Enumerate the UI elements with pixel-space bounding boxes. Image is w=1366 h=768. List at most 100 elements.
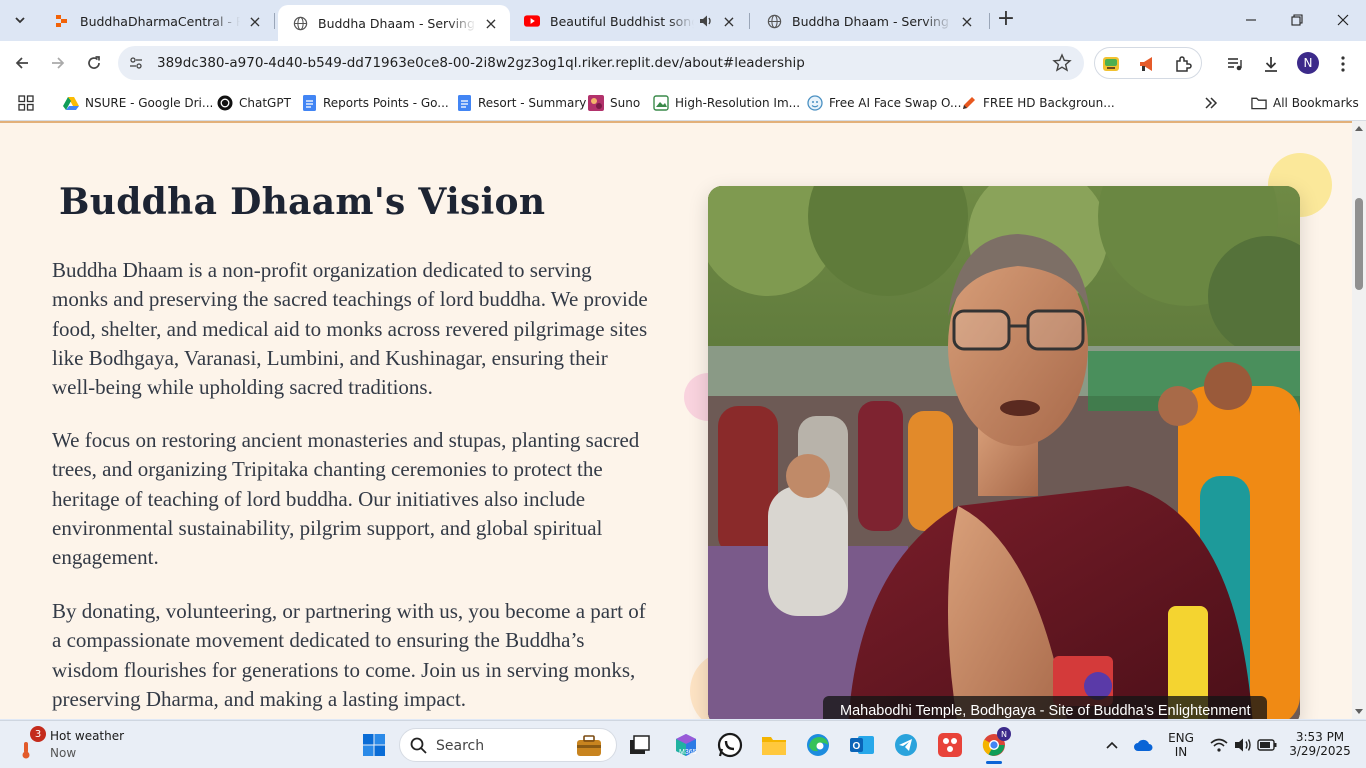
bookmark-nsure[interactable]: NSURE - Google Dri... bbox=[63, 92, 213, 114]
close-window-button[interactable] bbox=[1320, 0, 1366, 40]
bookmark-face-swap[interactable]: Free AI Face Swap O... bbox=[807, 92, 961, 114]
windows-taskbar: 3 Hot weather Now Search M365 O N ENG IN… bbox=[0, 720, 1366, 768]
bookmark-suno[interactable]: Suno bbox=[588, 92, 640, 114]
teams-like-app[interactable] bbox=[935, 730, 965, 760]
whatsapp-icon bbox=[717, 732, 743, 758]
tab-strip: BuddhaDharmaCentral - Replit × Buddha Dh… bbox=[0, 0, 1366, 41]
bookmark-label: Reports Points - Go... bbox=[323, 96, 449, 110]
monk-photo-illustration bbox=[708, 186, 1300, 719]
edge-app[interactable] bbox=[803, 730, 833, 760]
telegram-app[interactable] bbox=[891, 730, 921, 760]
download-icon[interactable] bbox=[1260, 53, 1282, 75]
tab-youtube[interactable]: Beautiful Buddhist song - Yo × bbox=[510, 6, 748, 36]
new-tab-button[interactable]: + bbox=[994, 8, 1018, 32]
close-tab-icon[interactable]: × bbox=[958, 12, 976, 31]
language-indicator[interactable]: ENG IN bbox=[1163, 731, 1199, 759]
arrow-right-icon bbox=[52, 57, 65, 69]
media-controls-icon[interactable] bbox=[1224, 53, 1246, 75]
weather-widget[interactable]: 3 Hot weather Now bbox=[16, 726, 156, 763]
taskbar-search[interactable]: Search bbox=[399, 728, 617, 762]
tab-divider bbox=[989, 13, 990, 29]
reload-button[interactable] bbox=[80, 49, 108, 77]
apps-grid-icon bbox=[18, 95, 34, 111]
close-tab-icon[interactable]: × bbox=[246, 12, 264, 31]
m365-app[interactable]: M365 bbox=[671, 730, 701, 760]
svg-text:M365: M365 bbox=[679, 749, 697, 756]
all-bookmarks-button[interactable]: All Bookmarks bbox=[1251, 92, 1359, 114]
chrome-app[interactable]: N bbox=[979, 727, 1011, 764]
show-hidden-icons-button[interactable] bbox=[1097, 730, 1127, 760]
vision-paragraph-3: By donating, volunteering, or partnering… bbox=[52, 599, 646, 711]
bookmark-resort-summary[interactable]: Resort - Summary bbox=[456, 92, 586, 114]
search-icon bbox=[410, 737, 427, 754]
bookmarks-overflow-button[interactable] bbox=[1204, 92, 1218, 114]
suno-icon bbox=[588, 95, 604, 111]
apps-grid-button[interactable] bbox=[18, 92, 34, 114]
scrollbar-thumb[interactable] bbox=[1355, 198, 1363, 290]
tab-search-button[interactable] bbox=[6, 6, 34, 34]
bookmark-high-resolution[interactable]: High-Resolution Im... bbox=[653, 92, 800, 114]
address-bar[interactable]: 389dc380-a970-4d40-b549-dd71963e0ce8-00-… bbox=[118, 46, 1084, 80]
tab-replit[interactable]: BuddhaDharmaCentral - Replit × bbox=[40, 6, 274, 36]
bookmark-label: Resort - Summary bbox=[478, 96, 587, 110]
browser-toolbar: 389dc380-a970-4d40-b549-dd71963e0ce8-00-… bbox=[0, 41, 1366, 85]
clock-date: 3/29/2025 bbox=[1289, 744, 1351, 758]
vision-paragraph-2: We focus on restoring ancient monasterie… bbox=[52, 428, 640, 570]
task-view-button[interactable] bbox=[625, 730, 655, 760]
arrow-left-icon bbox=[15, 57, 28, 69]
bookmark-reports-points[interactable]: Reports Points - Go... bbox=[301, 92, 449, 114]
photo-caption: Mahabodhi Temple, Bodhgaya - Site of Bud… bbox=[823, 696, 1267, 719]
onedrive-button[interactable] bbox=[1128, 730, 1158, 760]
weather-title: Hot weather bbox=[50, 729, 125, 743]
tab-buddha-dhaam[interactable]: Buddha Dhaam - Serving Monk × bbox=[752, 6, 986, 36]
restore-button[interactable] bbox=[1274, 0, 1320, 40]
face-swap-icon bbox=[807, 95, 823, 111]
site-info-icon[interactable] bbox=[126, 53, 146, 73]
language-line-1: ENG bbox=[1168, 731, 1194, 745]
battery-button[interactable] bbox=[1252, 730, 1282, 760]
tab-title: BuddhaDharmaCentral - Replit bbox=[80, 13, 240, 29]
file-explorer-app[interactable] bbox=[759, 730, 789, 760]
outlook-app[interactable]: O bbox=[847, 730, 877, 760]
red-app-icon bbox=[938, 733, 962, 757]
web-page: Buddha Dhaam's Vision Buddha Dhaam is a … bbox=[0, 121, 1366, 719]
briefcase-icon bbox=[577, 735, 601, 756]
wifi-icon bbox=[1210, 738, 1228, 752]
megaphone-icon[interactable] bbox=[1137, 54, 1157, 74]
back-button[interactable] bbox=[8, 49, 36, 77]
monk-photo bbox=[708, 186, 1300, 719]
profile-avatar[interactable]: N bbox=[1297, 52, 1319, 74]
kebab-menu-icon[interactable] bbox=[1332, 53, 1354, 75]
clock[interactable]: 3:53 PM 3/29/2025 bbox=[1280, 730, 1360, 758]
bookmark-chatgpt[interactable]: ChatGPT bbox=[217, 92, 291, 114]
scroll-down-arrow-icon[interactable] bbox=[1355, 709, 1363, 714]
tab-buddha-dhaam-active[interactable]: Buddha Dhaam - Serving Monk × bbox=[278, 5, 510, 41]
bookmark-hd-background[interactable]: FREE HD Backgroun... bbox=[961, 92, 1115, 114]
forward-button[interactable] bbox=[44, 49, 72, 77]
search-label: Search bbox=[436, 738, 485, 754]
url-text: 389dc380-a970-4d40-b549-dd71963e0ce8-00-… bbox=[157, 55, 805, 71]
chrome-profile-badge: N bbox=[997, 727, 1011, 741]
green-extension-icon[interactable] bbox=[1101, 54, 1121, 74]
extensions-puzzle-icon[interactable] bbox=[1173, 54, 1193, 74]
minimize-button[interactable] bbox=[1228, 0, 1274, 40]
close-tab-icon[interactable]: × bbox=[482, 14, 500, 33]
tab-title: Buddha Dhaam - Serving Monk bbox=[792, 13, 952, 29]
whatsapp-app[interactable] bbox=[715, 730, 745, 760]
close-tab-icon[interactable]: × bbox=[720, 12, 738, 31]
speaker-icon[interactable] bbox=[698, 13, 714, 29]
task-view-icon bbox=[630, 735, 650, 754]
start-button[interactable] bbox=[359, 730, 389, 760]
folder-icon bbox=[762, 737, 786, 755]
scroll-up-arrow-icon[interactable] bbox=[1355, 126, 1363, 131]
bookmark-label: High-Resolution Im... bbox=[675, 96, 801, 110]
all-bookmarks-label: All Bookmarks bbox=[1273, 96, 1359, 110]
page-scrollbar[interactable] bbox=[1352, 121, 1366, 719]
tab-title: Beautiful Buddhist song - Yo bbox=[550, 13, 694, 29]
youtube-icon bbox=[524, 13, 540, 29]
telegram-icon bbox=[895, 734, 917, 756]
bookmark-star-icon[interactable] bbox=[1052, 53, 1072, 73]
google-drive-icon bbox=[63, 95, 79, 111]
extensions-group bbox=[1094, 47, 1202, 79]
globe-icon bbox=[766, 13, 782, 29]
